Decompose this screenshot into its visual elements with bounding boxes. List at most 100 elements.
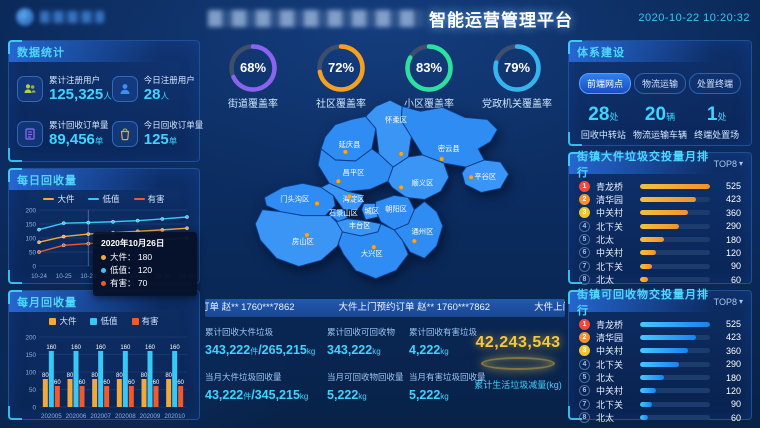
legend-swatch — [90, 318, 97, 325]
rank-value: 120 — [717, 386, 741, 396]
rank-name: 中关村 — [596, 384, 638, 397]
rank-row: 2清华园423 — [579, 332, 741, 342]
rank-bar-track — [640, 250, 710, 255]
rank-value: 120 — [717, 248, 741, 258]
reduction-number: 42,243,543 — [471, 334, 565, 352]
reduction-label: 累计生活垃圾减量(kg) — [471, 378, 565, 391]
summary-cell: 累计回收可回收物 343,222kg — [327, 326, 405, 359]
summary-value: 343,222件/265,215kg — [205, 341, 323, 359]
rank-bar-track — [640, 402, 710, 407]
rank-value: 525 — [717, 319, 741, 329]
tab-disposal-terminal[interactable]: 处置终端 — [689, 73, 741, 94]
legend-item: 有害 — [132, 315, 159, 327]
rank-bar-track — [640, 348, 710, 353]
rank-row: 1 青龙桥 525 — [579, 319, 741, 329]
rank-bar-track — [640, 210, 710, 215]
legend-label: 有害 — [142, 315, 159, 327]
rank-name: 青龙桥 — [596, 318, 638, 331]
panel-title: 街镇可回收物交投量月排行 — [577, 286, 714, 318]
summary-label: 当月大件垃圾回收量 — [205, 371, 323, 383]
svg-text:80: 80 — [67, 373, 74, 379]
rank-value: 290 — [717, 359, 741, 369]
rank-name: 中关村 — [596, 344, 638, 357]
tooltip-dot — [101, 268, 106, 273]
stat-total-orders: 累计回收订单量 89,456单 — [17, 119, 112, 148]
svg-text:60: 60 — [177, 380, 184, 386]
page-title: 智能运营管理平台 — [429, 6, 573, 31]
legend-swatch — [43, 198, 54, 201]
sys-transport-vehicles: 20辆 物流运输车辆 — [632, 104, 689, 141]
top8-dropdown[interactable]: TOP8 — [714, 297, 743, 307]
system-tabs: 前端网点 物流运输 处置终端 — [569, 62, 751, 98]
svg-text:200: 200 — [25, 207, 36, 214]
sys-disposal-site: 1处 终端处置场 — [688, 104, 745, 141]
rank-value: 360 — [717, 346, 741, 356]
site-dot — [469, 175, 473, 179]
rank-name: 中关村 — [596, 246, 638, 259]
header: 智能运营管理平台 2020-10-22 10:20:32 — [0, 0, 760, 34]
svg-text:160: 160 — [145, 345, 156, 351]
dashboard-screen: 智能运营管理平台 2020-10-22 10:20:32 数据统计 累计注册用户… — [0, 0, 760, 428]
tooltip-text: 有害： 70 — [110, 277, 147, 290]
rank-badge: 4 — [579, 359, 590, 370]
summary-value: 4,222kg — [409, 341, 475, 359]
monthly-bar-svg: 0501001502002020058016060202006801606020… — [15, 328, 195, 422]
tooltip-row: 大件： 180 — [101, 251, 189, 264]
district-label: 顺义区 — [412, 178, 434, 187]
summary-label: 累计回收有害垃圾 — [409, 326, 475, 338]
svg-text:160: 160 — [120, 345, 131, 351]
svg-text:160: 160 — [96, 345, 107, 351]
panel-title: 每月回收量 — [17, 294, 77, 310]
tab-logistics-transport[interactable]: 物流运输 — [634, 73, 686, 94]
summary-cell: 累计回收大件垃圾 343,222件/265,215kg — [205, 326, 323, 359]
rank-row: 4北下关290 — [579, 359, 741, 369]
stat-total-users: 累计注册用户 125,325人 — [17, 74, 112, 103]
rank-name: 北下关 — [596, 398, 638, 411]
tooltip-dot — [101, 255, 106, 260]
legend-item: 低值 — [88, 193, 119, 205]
rank-row: 6 中关村 120 — [579, 386, 741, 396]
summary-label: 累计回收可回收物 — [327, 326, 405, 338]
legend-swatch — [49, 318, 56, 325]
daily-chart-legend: 大件低值有害 — [9, 190, 199, 206]
rank-badge: 4 — [579, 221, 590, 232]
rank-bar-fill — [640, 402, 652, 407]
svg-text:60: 60 — [128, 380, 135, 386]
legend-item: 大件 — [49, 315, 76, 327]
svg-text:80: 80 — [116, 373, 123, 379]
summary-label: 累计回收大件垃圾 — [205, 326, 323, 338]
stats-grid: 累计注册用户 125,325人 今日注册用户 28人 累计回收订单量 — [9, 62, 199, 149]
gauge-percent: 79% — [476, 60, 558, 75]
glow-platform-icon — [481, 357, 555, 370]
rank-badge: 1 — [579, 319, 590, 330]
top8-dropdown[interactable]: TOP8 — [714, 159, 743, 169]
rank-badge: 6 — [579, 385, 590, 396]
rank-bar-fill — [640, 184, 710, 189]
rank-row: 2清华园423 — [579, 194, 741, 204]
orders-icon — [17, 121, 43, 147]
district-label: 城区 — [364, 207, 379, 216]
rank-bar-track — [640, 264, 710, 269]
rank-value: 423 — [717, 332, 741, 342]
district-label: 石景山区 — [329, 209, 358, 218]
tab-front-end-outlets[interactable]: 前端网点 — [579, 73, 631, 94]
rank-list-recyclables: 1青龙桥5252清华园4233中关村3604北下关2905北太1806中关村12… — [569, 312, 751, 427]
panel-rank-recyclables: 街镇可回收物交投量月排行 TOP8 1青龙桥5252清华园4233中关村3604… — [568, 290, 752, 420]
svg-text:202007: 202007 — [90, 413, 111, 420]
rank-row: 3中关村360 — [579, 208, 741, 218]
gauge-percent: 68% — [212, 60, 294, 75]
rank-value: 90 — [717, 399, 741, 409]
rank-list-large: 1青龙桥5252清华园4233中关村3604北下关2905北太1806中关村12… — [569, 174, 751, 289]
daily-chart: 05010015020010-2410-2510-2610-2710-2810-… — [9, 206, 199, 289]
legend-swatch — [132, 318, 139, 325]
svg-text:160: 160 — [170, 345, 181, 351]
panel-daily-recycling: 每日回收量 大件低值有害 05010015020010-2410-2510-26… — [8, 168, 200, 284]
logo-icon — [16, 8, 34, 26]
site-dot — [399, 185, 403, 189]
site-dot — [412, 239, 416, 243]
rank-bar-track — [640, 184, 710, 189]
site-dot — [315, 201, 319, 205]
stat-label: 今日回收订单量 — [144, 119, 204, 131]
svg-text:10-24: 10-24 — [31, 273, 47, 280]
title-wrap: 智能运营管理平台 — [208, 6, 573, 31]
